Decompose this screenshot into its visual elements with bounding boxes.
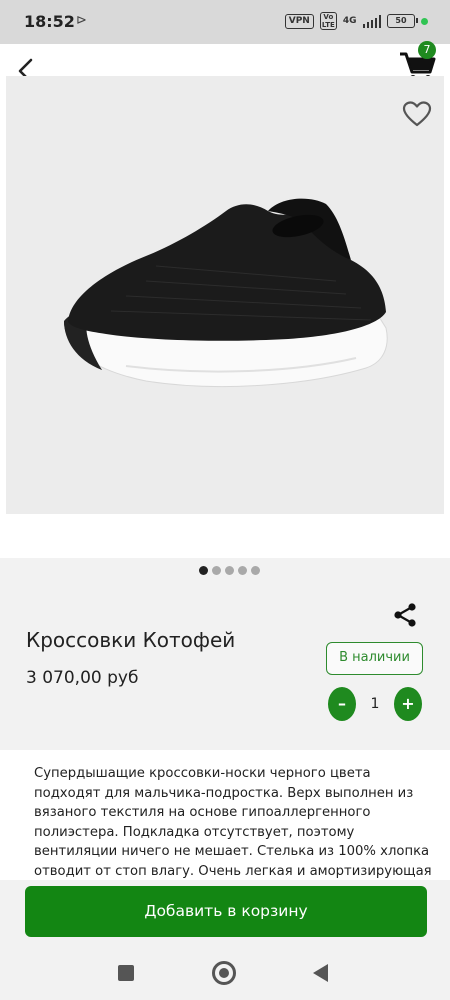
privacy-dot-icon (421, 17, 428, 25)
add-to-cart-button[interactable]: Добавить в корзину (25, 886, 427, 937)
product-description: Супердышащие кроссовки-носки черного цве… (0, 750, 450, 880)
network-type: 4G (342, 16, 357, 26)
circle-home-icon[interactable] (212, 961, 236, 985)
triangle-back-icon[interactable] (313, 964, 328, 982)
product-photo[interactable] (6, 76, 444, 514)
quantity-stepper: – 1 + (328, 687, 422, 721)
pager-dot[interactable] (224, 566, 234, 575)
pager-dot[interactable] (198, 566, 208, 575)
pager-dot[interactable] (250, 566, 260, 575)
pager-dot[interactable] (237, 566, 247, 575)
signal-icon (362, 14, 381, 28)
status-icons: VPN Vo LTE 4G 50 (284, 12, 428, 30)
product-title: Кроссовки Котофей (26, 628, 236, 652)
square-recents-icon[interactable] (118, 965, 134, 981)
status-time: 18:52 (24, 12, 75, 31)
system-nav-bar (0, 944, 450, 1000)
battery-icon: 50 (387, 14, 418, 28)
product-price: 3 070,00 руб (26, 668, 139, 688)
share-icon[interactable] (392, 602, 418, 628)
quantity-plus-button[interactable]: + (394, 687, 422, 721)
quantity-value: 1 (370, 696, 380, 712)
quantity-minus-button[interactable]: – (328, 687, 356, 721)
stock-status-badge: В наличии (326, 642, 423, 675)
status-bar: 18:52 ⊳ VPN Vo LTE 4G 50 (0, 0, 450, 44)
pager-dot[interactable] (211, 566, 221, 575)
vpn-indicator: VPN (284, 13, 314, 29)
volte-indicator: Vo LTE (319, 12, 337, 30)
description-text: Супердышащие кроссовки-носки черного цве… (34, 766, 432, 879)
cast-play-icon: ⊳ (76, 13, 87, 28)
cart-count-badge: 7 (418, 41, 436, 59)
gallery-pager (0, 566, 450, 575)
heart-outline-icon[interactable] (402, 100, 432, 128)
